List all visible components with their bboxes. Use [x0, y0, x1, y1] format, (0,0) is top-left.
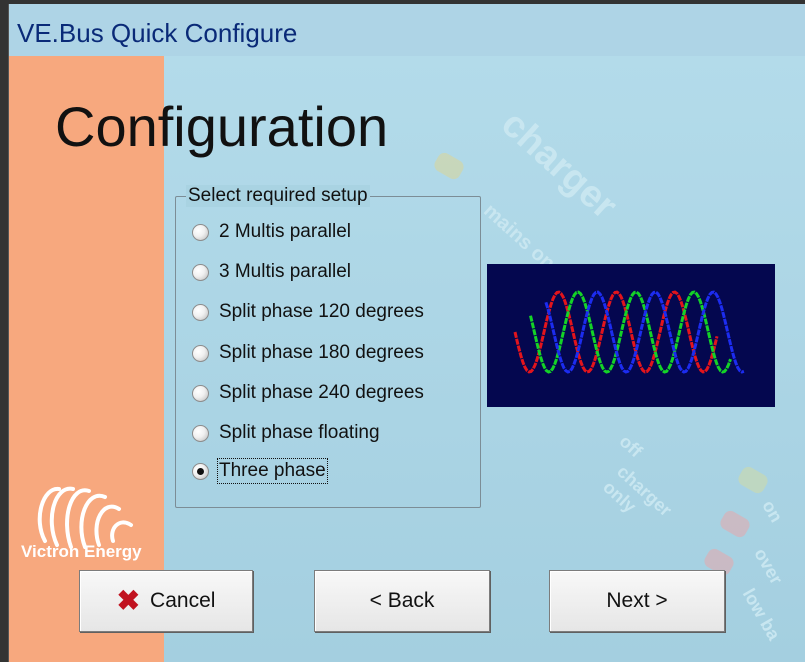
option-split-phase-120[interactable]: Split phase 120 degrees — [192, 297, 424, 327]
page-heading: Configuration — [55, 95, 389, 158]
wizard-page: charger mains on off charger only on ove… — [9, 56, 805, 662]
cancel-label: Cancel — [150, 589, 216, 612]
option-three-phase[interactable]: Three phase — [192, 456, 328, 486]
radio-button[interactable] — [192, 303, 209, 321]
option-label: Three phase — [217, 458, 328, 484]
radio-button[interactable] — [192, 223, 209, 241]
bg-text-off: off — [615, 431, 647, 462]
setup-group-legend: Select required setup — [186, 185, 370, 207]
option-label: 3 Multis parallel — [219, 261, 351, 282]
option-label: Split phase 240 degrees — [219, 382, 424, 403]
option-label: 2 Multis parallel — [219, 221, 351, 242]
brand-name: Victron Energy — [21, 542, 142, 561]
window-title: VE.Bus Quick Configure — [17, 18, 298, 48]
option-3-multis-parallel[interactable]: 3 Multis parallel — [192, 257, 351, 287]
close-icon: ✖ — [116, 585, 141, 616]
radio-button[interactable] — [192, 424, 209, 442]
bg-text-low-battery: low ba — [738, 584, 785, 644]
screen-frame: VE.Bus Quick Configure charger mains on … — [0, 0, 805, 662]
next-label: Next > — [606, 589, 668, 612]
next-button[interactable]: Next > — [549, 570, 725, 632]
bg-text-on: on — [758, 496, 787, 526]
radio-button[interactable] — [192, 384, 209, 402]
option-label: Split phase floating — [219, 422, 380, 443]
back-button[interactable]: < Back — [314, 570, 490, 632]
radio-button[interactable] — [192, 263, 209, 281]
bg-text-charger: charger — [493, 102, 625, 228]
bg-led-green — [735, 464, 771, 496]
bg-led-red — [717, 508, 753, 540]
cancel-button[interactable]: ✖ Cancel — [79, 570, 253, 632]
back-label: < Back — [369, 589, 435, 612]
setup-radio-group: Select required setup 2 Multis parallel … — [175, 185, 481, 508]
option-split-phase-floating[interactable]: Split phase floating — [192, 418, 380, 448]
radio-button-selected[interactable] — [192, 462, 209, 480]
option-2-multis-parallel[interactable]: 2 Multis parallel — [192, 217, 351, 247]
option-split-phase-180[interactable]: Split phase 180 degrees — [192, 338, 424, 368]
bg-text-charger-only: charger only — [599, 461, 676, 521]
option-label: Split phase 120 degrees — [219, 301, 424, 322]
bg-text-over: over — [750, 544, 787, 588]
title-bar: VE.Bus Quick Configure — [9, 4, 805, 56]
radio-button[interactable] — [192, 344, 209, 362]
bg-led-yellow — [431, 150, 467, 182]
phase-waveform-preview — [487, 264, 775, 407]
option-split-phase-240[interactable]: Split phase 240 degrees — [192, 378, 424, 408]
option-label: Split phase 180 degrees — [219, 342, 424, 363]
quick-configure-window: VE.Bus Quick Configure charger mains on … — [8, 4, 805, 662]
